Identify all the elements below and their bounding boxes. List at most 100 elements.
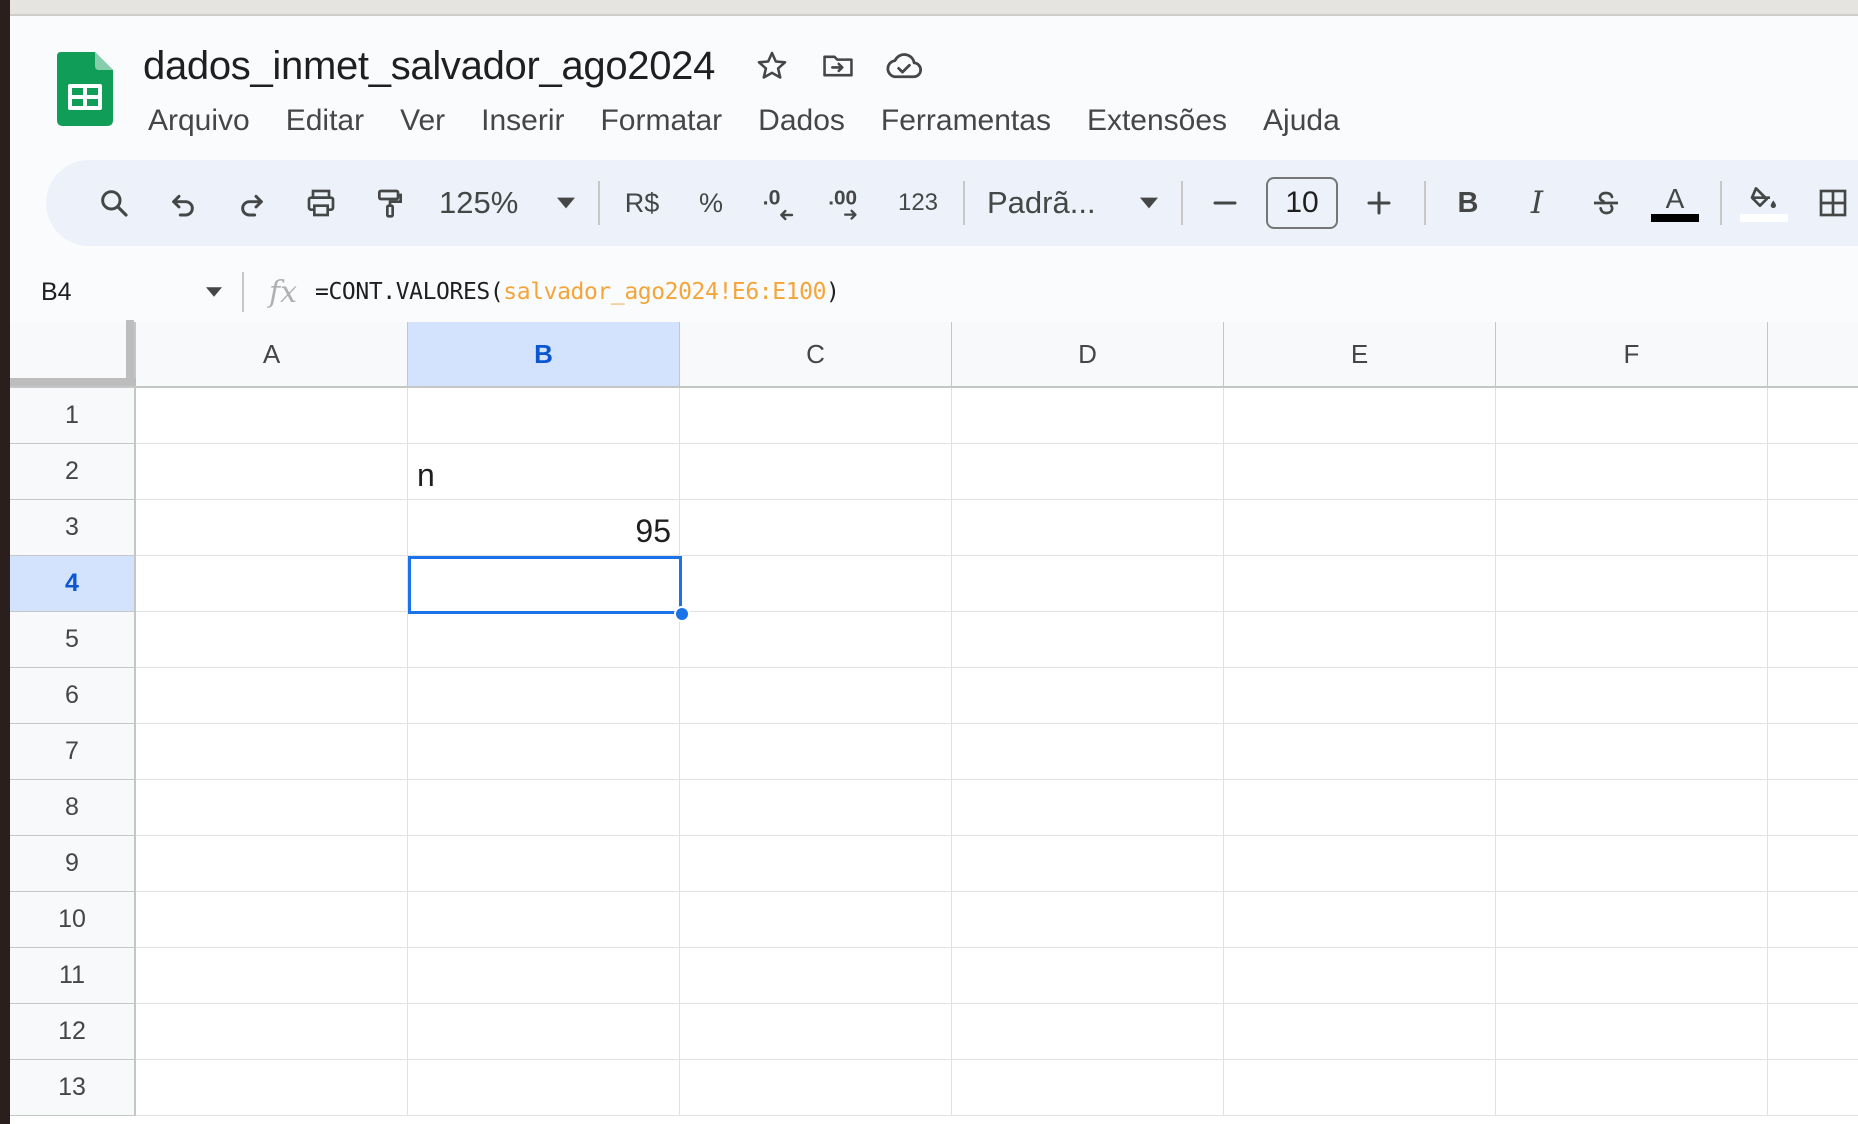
row-header-13[interactable]: 13 — [10, 1060, 136, 1116]
grid-cell[interactable] — [1768, 948, 1858, 1004]
grid-cell[interactable] — [408, 1060, 680, 1116]
cell-b3[interactable]: n — [408, 444, 680, 500]
grid-cell[interactable] — [952, 724, 1224, 780]
grid-cell[interactable] — [1768, 1060, 1858, 1116]
select-all-corner[interactable] — [10, 320, 136, 388]
menu-ferramentas[interactable]: Ferramentas — [863, 96, 1069, 146]
grid-cell[interactable] — [680, 724, 952, 780]
grid-cell[interactable] — [952, 388, 1224, 444]
column-header-c[interactable]: C — [680, 322, 952, 388]
zoom-select[interactable]: 125% — [431, 175, 581, 231]
grid-cell[interactable] — [952, 1060, 1224, 1116]
grid-cell[interactable] — [1496, 1004, 1768, 1060]
grid-cell[interactable] — [408, 556, 680, 612]
grid-cell[interactable] — [136, 388, 408, 444]
strikethrough-icon[interactable] — [1578, 175, 1634, 231]
column-header-d[interactable]: D — [952, 322, 1224, 388]
grid-cell[interactable] — [408, 892, 680, 948]
grid-cell[interactable] — [1224, 444, 1496, 500]
grid-cell[interactable] — [136, 556, 408, 612]
grid-cell[interactable] — [136, 836, 408, 892]
grid-cell[interactable] — [1768, 388, 1858, 444]
grid-cell[interactable] — [680, 892, 952, 948]
grid-cell[interactable] — [952, 444, 1224, 500]
row-header-8[interactable]: 8 — [10, 780, 136, 836]
grid-cell[interactable] — [1224, 724, 1496, 780]
grid-cell[interactable] — [680, 500, 952, 556]
more-formats-button[interactable]: 123 — [890, 175, 946, 231]
increase-decimals-button[interactable]: .00 — [821, 175, 877, 231]
grid-cell[interactable] — [1768, 500, 1858, 556]
row-header-4[interactable]: 4 — [10, 556, 136, 612]
grid-cell[interactable] — [952, 780, 1224, 836]
row-header-6[interactable]: 6 — [10, 668, 136, 724]
grid-cell[interactable] — [136, 612, 408, 668]
column-header-e[interactable]: E — [1224, 322, 1496, 388]
grid-cell[interactable] — [1224, 780, 1496, 836]
grid-cell[interactable] — [680, 612, 952, 668]
grid-cell[interactable] — [136, 444, 408, 500]
grid-cell[interactable] — [408, 948, 680, 1004]
grid-cell[interactable] — [408, 1004, 680, 1060]
grid-cell[interactable] — [1496, 724, 1768, 780]
formula-input[interactable]: =CONT.VALORES(salvador_ago2024!E6:E100) — [315, 279, 840, 305]
grid-cell[interactable] — [1496, 948, 1768, 1004]
grid-cell[interactable] — [1768, 724, 1858, 780]
grid-cell[interactable] — [1496, 612, 1768, 668]
grid-cell[interactable] — [136, 780, 408, 836]
grid-cell[interactable] — [680, 1060, 952, 1116]
menu-inserir[interactable]: Inserir — [463, 96, 582, 146]
document-title[interactable]: dados_inmet_salvador_ago2024 — [143, 44, 715, 89]
grid-cell[interactable] — [408, 780, 680, 836]
decrease-font-size-icon[interactable] — [1197, 175, 1253, 231]
column-header-b[interactable]: B — [408, 322, 680, 388]
grid-cell[interactable] — [1768, 1004, 1858, 1060]
menu-ver[interactable]: Ver — [382, 96, 463, 146]
grid-cell[interactable] — [1496, 892, 1768, 948]
grid-cell[interactable] — [1768, 612, 1858, 668]
grid-cell[interactable] — [1496, 500, 1768, 556]
grid-cell[interactable] — [952, 556, 1224, 612]
grid-cell[interactable] — [680, 668, 952, 724]
name-box[interactable]: B4 — [10, 264, 242, 320]
increase-font-size-icon[interactable] — [1351, 175, 1407, 231]
grid-cell[interactable] — [1496, 780, 1768, 836]
menu-extensoes[interactable]: Extensões — [1069, 96, 1245, 146]
currency-format-button[interactable]: R$ — [614, 175, 670, 231]
grid-cell[interactable] — [680, 556, 952, 612]
grid-cell[interactable] — [952, 892, 1224, 948]
row-header-7[interactable]: 7 — [10, 724, 136, 780]
cloud-saved-icon[interactable] — [884, 46, 924, 86]
grid-cell[interactable] — [1224, 612, 1496, 668]
grid-cell[interactable] — [1496, 388, 1768, 444]
sheets-logo-icon[interactable] — [57, 52, 113, 126]
grid-cell[interactable] — [952, 612, 1224, 668]
grid-cell[interactable] — [1496, 668, 1768, 724]
font-select[interactable]: Padrã... — [979, 175, 1164, 231]
grid-cell[interactable] — [952, 836, 1224, 892]
search-menus-icon[interactable] — [86, 175, 142, 231]
row-header-5[interactable]: 5 — [10, 612, 136, 668]
text-color-button[interactable]: A — [1647, 175, 1703, 231]
grid-cell[interactable] — [408, 612, 680, 668]
grid-cell[interactable] — [1768, 668, 1858, 724]
row-header-2[interactable]: 2 — [10, 444, 136, 500]
grid-cell[interactable] — [1224, 388, 1496, 444]
row-header-3[interactable]: 3 — [10, 500, 136, 556]
grid-cell[interactable] — [680, 836, 952, 892]
grid-cell[interactable] — [136, 892, 408, 948]
grid-cell[interactable] — [1496, 1060, 1768, 1116]
grid-cell[interactable] — [1224, 556, 1496, 612]
menu-dados[interactable]: Dados — [740, 96, 863, 146]
row-header-12[interactable]: 12 — [10, 1004, 136, 1060]
column-header-f[interactable]: F — [1496, 322, 1768, 388]
grid-cell[interactable] — [1496, 836, 1768, 892]
italic-button[interactable]: I — [1509, 175, 1565, 231]
grid-cell[interactable] — [1768, 556, 1858, 612]
grid-cell[interactable] — [136, 724, 408, 780]
decrease-decimals-button[interactable]: .0 — [752, 175, 808, 231]
grid-cell[interactable] — [680, 388, 952, 444]
borders-icon[interactable] — [1805, 175, 1858, 231]
grid-cell[interactable] — [1768, 444, 1858, 500]
grid-cell[interactable] — [1768, 892, 1858, 948]
